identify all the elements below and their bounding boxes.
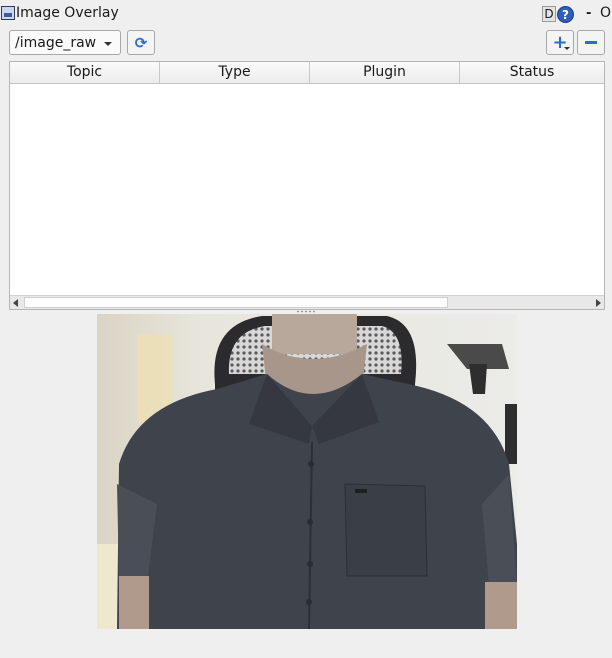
overlay-table[interactable]: Topic Type Plugin Status xyxy=(9,61,605,310)
help-icon[interactable]: ? xyxy=(557,6,574,23)
refresh-icon: ⟳ xyxy=(134,33,148,52)
scroll-left-icon[interactable] xyxy=(13,299,18,307)
column-header-status[interactable]: Status xyxy=(460,62,604,83)
close-button[interactable]: O xyxy=(600,5,611,21)
table-header: Topic Type Plugin Status xyxy=(10,62,604,84)
remove-overlay-button[interactable] xyxy=(577,30,605,55)
splitter-handle[interactable] xyxy=(296,310,316,313)
scroll-right-icon[interactable] xyxy=(596,299,601,307)
column-header-topic[interactable]: Topic xyxy=(10,62,160,83)
window-title: Image Overlay xyxy=(16,5,119,21)
camera-image xyxy=(97,314,517,629)
camera-image-view xyxy=(97,314,517,629)
title-bar: Image Overlay D ? - O xyxy=(0,0,612,28)
column-header-type[interactable]: Type xyxy=(160,62,310,83)
dock-toggle-button[interactable]: D xyxy=(542,6,556,22)
topic-select-value: /image_raw xyxy=(15,35,97,51)
add-overlay-button[interactable]: + xyxy=(546,30,574,55)
refresh-button[interactable]: ⟳ xyxy=(127,30,155,55)
minimize-button[interactable]: - xyxy=(586,6,591,21)
column-header-plugin[interactable]: Plugin xyxy=(310,62,460,83)
chevron-down-icon xyxy=(104,42,112,46)
scrollbar-thumb[interactable] xyxy=(24,297,448,308)
window-app-icon xyxy=(1,6,15,20)
dropdown-arrow-icon xyxy=(564,47,570,50)
horizontal-scrollbar[interactable] xyxy=(10,295,604,309)
topic-select[interactable]: /image_raw xyxy=(9,30,121,55)
minus-icon xyxy=(585,41,597,44)
